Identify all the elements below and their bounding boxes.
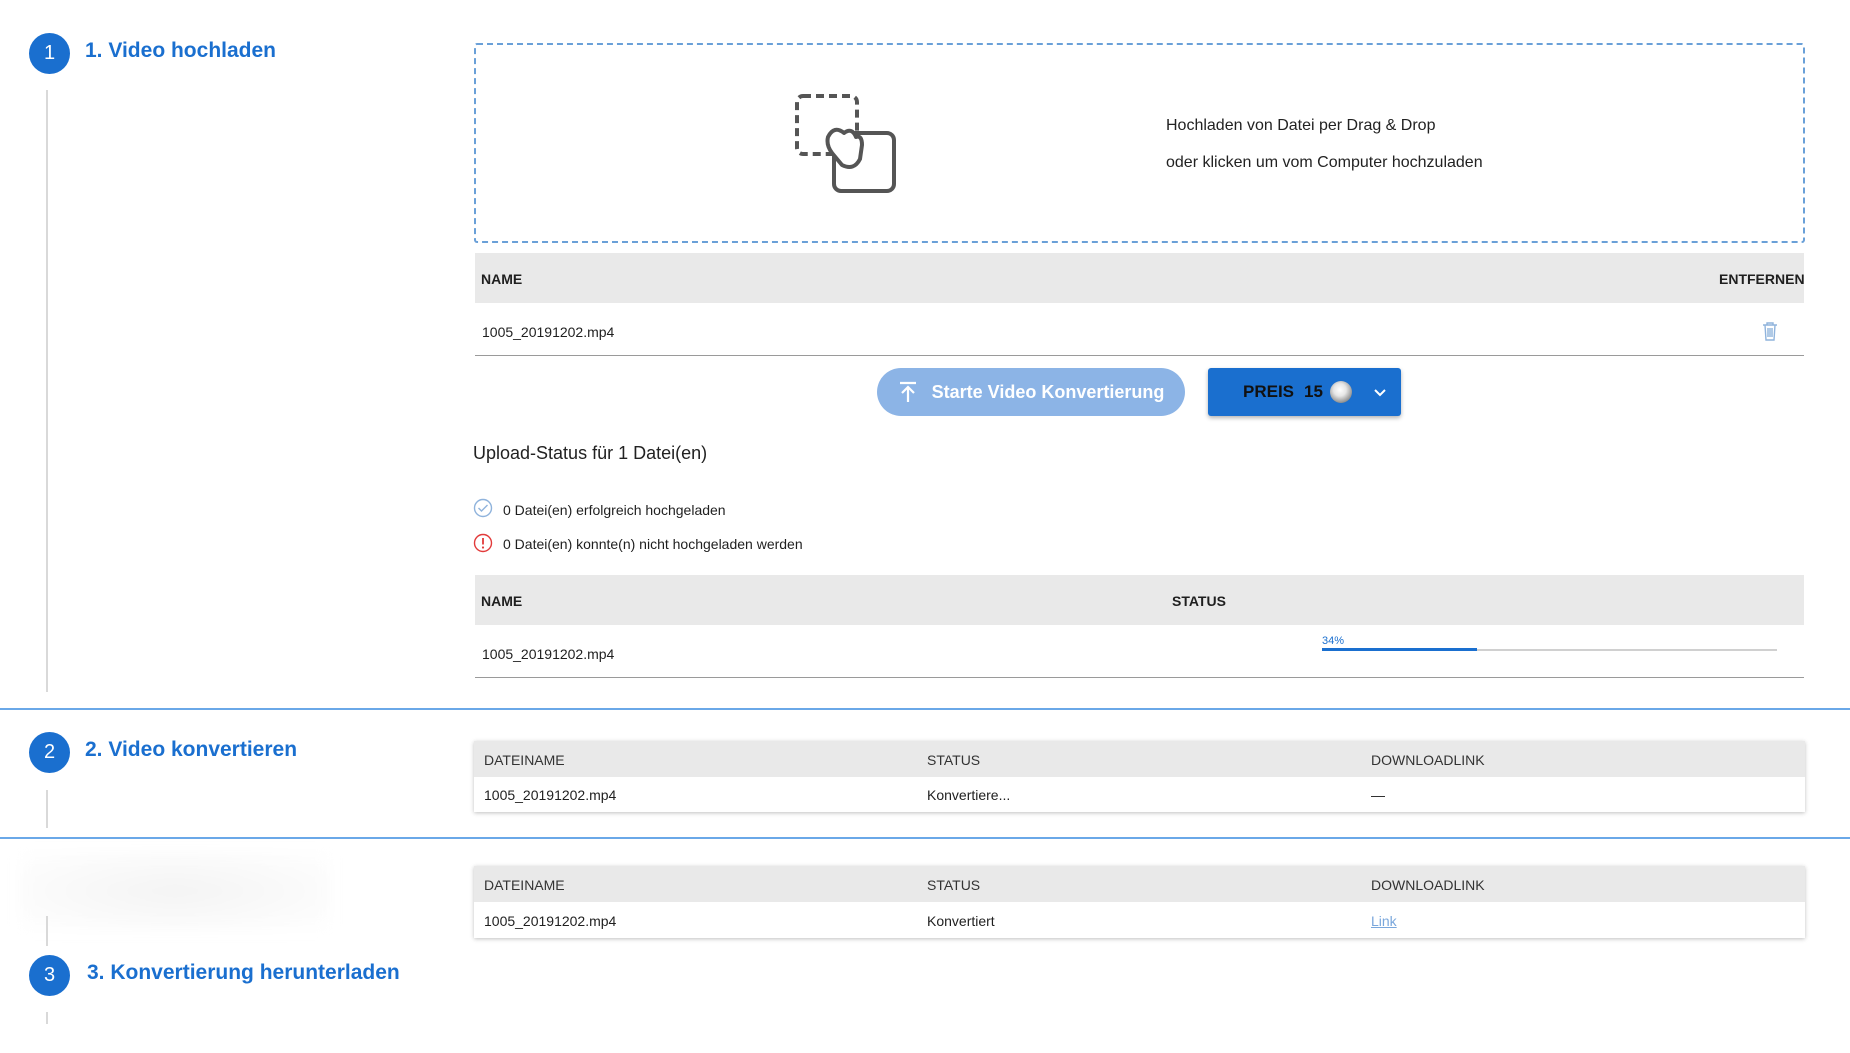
- step-1-indicator: 1: [29, 33, 70, 74]
- upload-table-row-name: 1005_20191202.mp4: [482, 646, 615, 662]
- convert-col-link: DOWNLOADLINK: [1371, 752, 1485, 768]
- price-button[interactable]: PREIS 15: [1208, 368, 1401, 416]
- download-table-header: [474, 866, 1805, 902]
- dropzone-line-1: Hochladen von Datei per Drag & Drop: [1166, 117, 1436, 134]
- upload-progress-fill: [1322, 648, 1477, 651]
- upload-progress-label: 34%: [1322, 635, 1345, 647]
- step-3-connector-top: [46, 916, 48, 946]
- section-separator-2: [0, 837, 1850, 839]
- download-table: DATEINAME STATUS DOWNLOADLINK 1005_20191…: [474, 866, 1805, 938]
- step-2-number: 2: [43, 741, 56, 763]
- upload-success-text: 0 Datei(en) erfolgreich hochgeladen: [503, 502, 726, 518]
- download-col-file: DATEINAME: [484, 877, 565, 893]
- blurred-area: [20, 852, 330, 930]
- coin-icon: [1330, 381, 1352, 403]
- convert-table: DATEINAME STATUS DOWNLOADLINK 1005_20191…: [474, 741, 1805, 812]
- section-separator-1: [0, 708, 1850, 710]
- download-col-status: STATUS: [927, 877, 981, 893]
- step-2-indicator: 2: [29, 732, 70, 773]
- upload-table-header: [475, 575, 1804, 625]
- download-row-status: Konvertiert: [927, 913, 995, 929]
- start-conversion-button[interactable]: Starte Video Konvertierung: [877, 368, 1185, 416]
- upload-arrow-icon: [899, 381, 916, 402]
- file-table-divider: [475, 355, 1804, 356]
- upload-table-divider: [475, 677, 1804, 678]
- step-3-indicator: 3: [29, 955, 70, 996]
- step-3-title: 3. Konvertierung herunterladen: [87, 961, 400, 984]
- convert-table-header: [474, 741, 1805, 777]
- trash-icon[interactable]: [1762, 321, 1778, 341]
- upload-table-col-status: STATUS: [1172, 593, 1226, 609]
- download-link[interactable]: Link: [1371, 913, 1397, 929]
- price-value: 15: [1304, 382, 1323, 401]
- file-table-header: [475, 253, 1804, 303]
- convert-row-file: 1005_20191202.mp4: [484, 787, 617, 803]
- step-1-number: 1: [43, 42, 56, 64]
- upload-error-text: 0 Datei(en) konnte(n) nicht hochgeladen …: [503, 536, 803, 552]
- success-check-icon: [473, 498, 493, 518]
- download-row-file: 1005_20191202.mp4: [484, 913, 617, 929]
- start-conversion-label: Starte Video Konvertierung: [931, 381, 1165, 402]
- drag-drop-icon: [795, 94, 896, 193]
- convert-row-status: Konvertiere...: [927, 787, 1011, 803]
- convert-row-link: —: [1371, 787, 1385, 803]
- error-alert-icon: [473, 533, 493, 553]
- file-table-col-remove: ENTFERNEN: [1719, 271, 1805, 287]
- step-3-number: 3: [43, 964, 56, 986]
- upload-table-col-name: NAME: [481, 593, 523, 609]
- convert-col-file: DATEINAME: [484, 752, 565, 768]
- upload-status-heading: Upload-Status für 1 Datei(en): [473, 443, 708, 463]
- step-1-title: 1. Video hochladen: [85, 39, 276, 62]
- download-col-link: DOWNLOADLINK: [1371, 877, 1485, 893]
- file-table-row-name: 1005_20191202.mp4: [482, 324, 615, 340]
- step-2-connector: [46, 790, 48, 828]
- upload-progress-bar: [1322, 648, 1777, 651]
- upload-dropzone[interactable]: Hochladen von Datei per Drag & Drop oder…: [474, 43, 1805, 243]
- step-2-title: 2. Video konvertieren: [85, 738, 298, 761]
- chevron-down-icon[interactable]: [1374, 389, 1386, 397]
- step-1-connector: [46, 90, 48, 692]
- convert-col-status: STATUS: [927, 752, 981, 768]
- step-3-connector-bottom: [46, 1012, 48, 1024]
- price-label: PREIS: [1243, 382, 1295, 401]
- file-table-col-name: NAME: [481, 271, 523, 287]
- dropzone-line-2: oder klicken um vom Computer hochzuladen: [1166, 154, 1483, 171]
